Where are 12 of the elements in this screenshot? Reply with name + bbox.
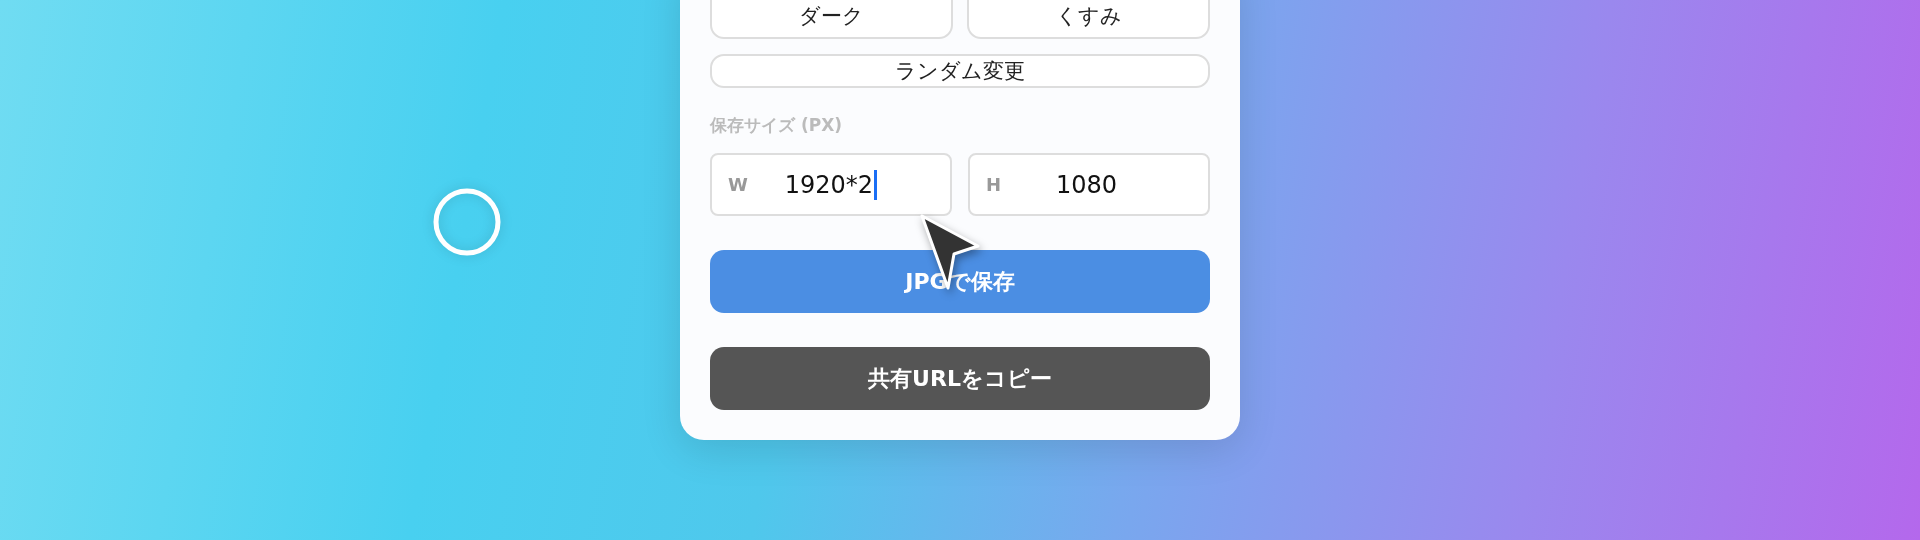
field-label: H [986,174,1002,195]
theme-button[interactable]: くすみ [967,0,1210,39]
theme-button[interactable]: ダーク [710,0,953,39]
random-button[interactable]: ランダム変更 [710,54,1210,88]
field-value: 1080 [1056,170,1118,199]
field-value: 1920*2 [784,170,874,199]
size-field[interactable]: W 1920*2 [710,153,952,216]
size-field[interactable]: H 1080 [968,153,1210,216]
field-label: W [728,174,748,195]
section-label: 保存サイズ (PX) [710,114,844,137]
copy-button[interactable]: 共有URLをコピー [710,347,1210,410]
circle-handle[interactable] [431,186,503,258]
